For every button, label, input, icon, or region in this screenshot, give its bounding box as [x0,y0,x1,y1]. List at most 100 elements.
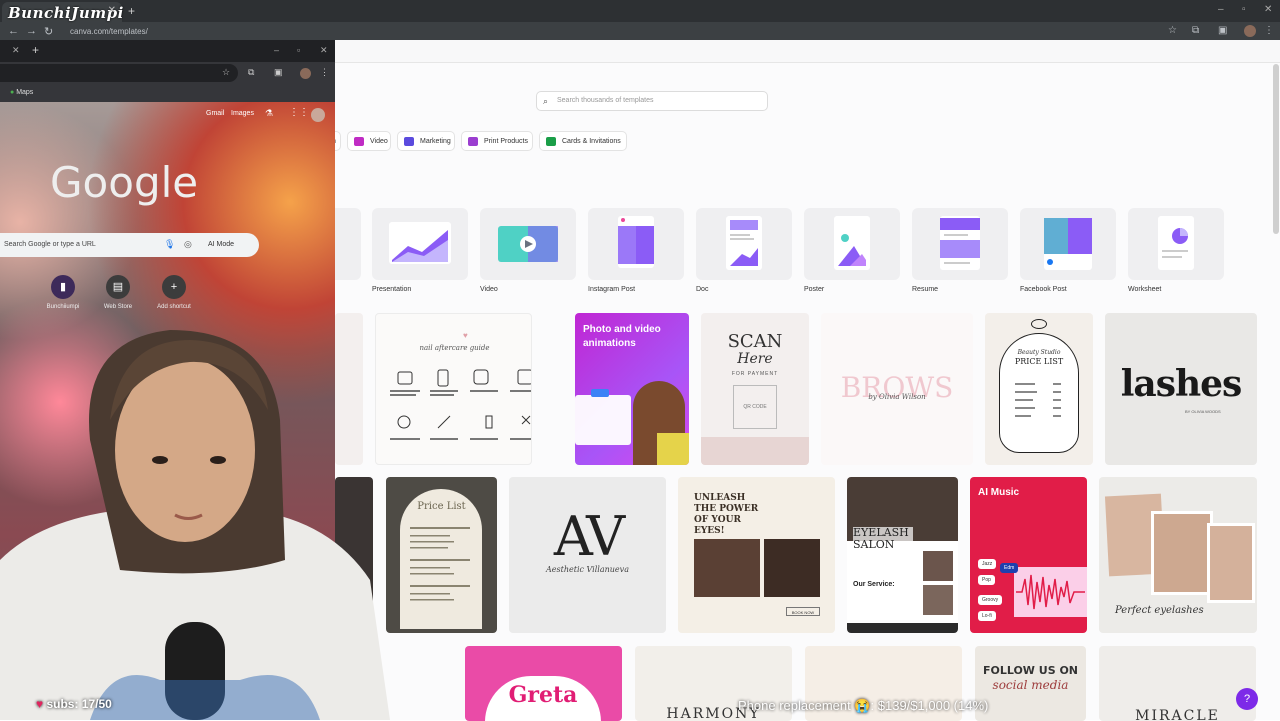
card-title: AI Music [978,487,1020,498]
google-logo: Google [50,158,199,207]
chip-print-products[interactable]: Print Products [461,131,533,151]
url-text: canva.com/templates/ [70,27,148,36]
chip-marketing[interactable]: Marketing [397,131,455,151]
apps-grid-icon[interactable]: ⋮⋮ [289,107,309,118]
forward-icon[interactable]: → [26,25,37,37]
ai-mode-button[interactable]: AI Mode [204,237,254,253]
category-facebook-post[interactable]: Facebook Post [1020,208,1116,293]
category-presentation[interactable]: Presentation [372,208,468,293]
category-doc[interactable]: Doc [696,208,792,293]
maximize-icon[interactable]: ▫ [1242,4,1246,15]
music-tag: Groovy [978,595,1003,605]
template-greta[interactable]: Greta [465,646,622,721]
account-avatar[interactable] [311,108,325,122]
help-button[interactable]: ? [1236,688,1258,710]
photo-2 [1151,511,1213,595]
category-worksheet[interactable]: Worksheet [1128,208,1224,293]
template-search-input[interactable]: ⌕ Search thousands of templates [536,91,768,111]
labs-icon[interactable]: ⚗ [265,108,273,119]
donation-goal: Phone replacement 😭: $139/$1,000 (14%) [738,698,989,713]
template-follow-us[interactable]: FOLLOW US ON social media [975,646,1086,721]
doc-thumbnail [726,216,762,270]
category-label: Poster [804,286,825,293]
back-icon[interactable]: ← [8,25,19,37]
template-price-list[interactable]: Beauty Studio PRICE LIST [985,313,1093,465]
template-brows[interactable]: BROWS by Olivia Wilson [821,313,973,465]
bookmark-star-icon[interactable]: ☆ [222,67,230,78]
template-miracle[interactable]: MIRACLE [1099,646,1256,721]
profile-avatar[interactable] [1244,25,1256,37]
address-bar[interactable]: canva.com/templates/ [62,24,1152,39]
outer-nav-bar: ← → ↻ canva.com/templates/ ☆ ⧉ ▣ ⋮ [0,22,1280,40]
photo-left [694,539,760,597]
close-window-icon[interactable]: ✕ [320,45,328,56]
images-link[interactable]: Images [231,110,254,117]
template-eyelash-salon[interactable]: EYELASH SALON Our Service: [847,477,958,633]
maximize-icon[interactable]: ▫ [297,45,300,55]
card-footer [847,623,958,633]
category-instagram-post[interactable]: Instagram Post [588,208,684,293]
lens-icon[interactable]: ◎ [184,239,192,250]
card-title: Perfect eyelashes [1115,605,1204,616]
template-scan-here[interactable]: SCAN Here FOR PAYMENT QR CODE [701,313,809,465]
card-subtitle: social media [992,678,1069,692]
template-lashes[interactable]: lashes BY OLIVIA WOODS [1105,313,1257,465]
template-price-list-arch[interactable]: Price List [386,477,497,633]
tab-templates[interactable]: BunchiJumpi ✕ [2,2,123,22]
close-window-icon[interactable]: ✕ [1264,4,1272,15]
new-tab-icon[interactable]: + [32,43,39,57]
menu-icon[interactable]: ⋮ [1264,25,1274,36]
template-ai-music[interactable]: AI Music Jazz Pop Groovy Lo-fi Edm [970,477,1087,633]
extensions-icon[interactable]: ⧉ [1192,25,1199,36]
category-label: Instagram Post [588,286,636,293]
price-rows [410,527,470,601]
badge [591,389,609,397]
category-poster[interactable]: Poster [804,208,900,293]
google-search-box[interactable]: Search Google or type a URL 🎙 ◎ AI Mode [0,233,259,257]
template-unleash-eyes[interactable]: UNLEASH THE POWER OF YOUR EYES! BOOK NOW [678,477,835,633]
minimize-icon[interactable]: – [1218,4,1224,15]
new-tab-icon[interactable]: + [128,4,135,18]
photo-3 [1207,523,1255,603]
card-title: AV [553,505,625,568]
canva-content: ⌕ Search thousands of templates n Video … [265,62,1280,721]
profile-avatar[interactable] [300,68,311,79]
page-scrollbar[interactable] [1273,64,1279,234]
template-perfect-eyelashes[interactable]: Perfect eyelashes [1099,477,1257,633]
music-tag: Lo-fi [978,611,996,621]
reload-icon[interactable]: ↻ [44,25,53,38]
category-video[interactable]: Video [480,208,576,293]
extensions-icon[interactable]: ⧉ [248,67,254,78]
waveform-panel [1014,567,1087,617]
close-tab-icon[interactable]: ✕ [108,5,116,16]
bookmark-star-icon[interactable]: ☆ [1168,25,1177,36]
category-label: Video [480,286,498,293]
search-placeholder: Search thousands of templates [557,97,654,104]
gmail-link[interactable]: Gmail [206,110,224,117]
bookmark-maps[interactable]: Maps [16,89,33,96]
card-caption: Beauty Studio [1017,349,1061,356]
instagram-thumbnail [618,216,654,268]
sidepanel-icon[interactable]: ▣ [274,67,283,78]
template-nail-aftercare[interactable]: nail aftercare guide ♥ [375,313,532,465]
card-title: Price List [417,501,466,512]
search-placeholder: Search Google or type a URL [4,241,96,248]
waveform [1016,574,1085,610]
voice-search-icon[interactable]: 🎙 [164,239,175,250]
template-photo-video-animations[interactable]: Photo and video animations [575,313,689,465]
price-rows [1015,383,1061,417]
menu-icon[interactable]: ⋮ [320,67,329,78]
overlay-address-bar[interactable]: ☆ [0,64,238,82]
minimize-icon[interactable]: – [274,45,279,55]
close-tab-icon[interactable]: ✕ [12,45,20,56]
music-tag: Pop [978,575,995,585]
sidepanel-icon[interactable]: ▣ [1218,25,1227,36]
chip-video[interactable]: Video [347,131,391,151]
category-resume[interactable]: Resume [912,208,1008,293]
template-av-salon[interactable]: AV Aesthetic Villanueva [509,477,666,633]
subs-counter: ♥ subs: 17/50 [36,697,112,711]
card-title: nail aftercare guide [419,344,490,352]
card-title: Photo and video animations [583,324,661,349]
worksheet-thumbnail [1158,216,1194,270]
chip-cards-invitations[interactable]: Cards & Invitations [539,131,627,151]
